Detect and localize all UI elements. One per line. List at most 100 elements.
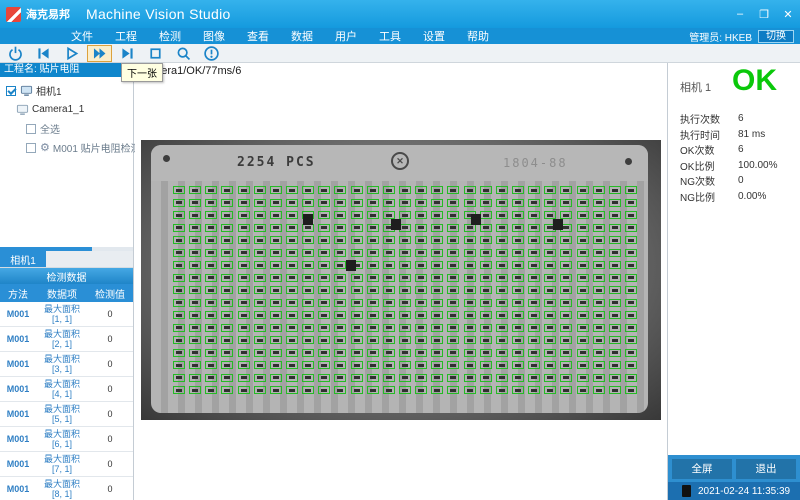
roi-box: [173, 311, 185, 319]
close-button[interactable]: ✕: [776, 0, 800, 28]
table-row[interactable]: M001最大面积[2, 1]0: [0, 327, 133, 352]
scrollbar-thumb[interactable]: [0, 247, 92, 251]
roi-box: [318, 236, 330, 244]
camera-image[interactable]: 2254 PCS ✕ 1804-88: [141, 140, 661, 420]
tree-item-camera1-1[interactable]: Camera1_1: [0, 100, 133, 119]
maximize-button[interactable]: ❐: [752, 0, 776, 28]
roi-box: [302, 361, 314, 369]
roi-box: [447, 286, 459, 294]
m001-checkbox[interactable]: [26, 143, 36, 153]
tree-item-select-all[interactable]: 全选: [0, 119, 133, 138]
last-image-button[interactable]: [115, 45, 140, 62]
menu-project[interactable]: 工程: [104, 28, 148, 44]
roi-box: [447, 311, 459, 319]
roi-box: [415, 386, 427, 394]
menu-image[interactable]: 图像: [192, 28, 236, 44]
roi-box: [609, 361, 621, 369]
roi-box: [205, 299, 217, 307]
table-row[interactable]: M001最大面积[6, 1]0: [0, 427, 133, 452]
exit-button[interactable]: 退出: [736, 459, 796, 479]
info-button[interactable]: [199, 45, 224, 62]
next-image-button[interactable]: [87, 45, 112, 62]
zoom-button[interactable]: [171, 45, 196, 62]
image-viewer[interactable]: Camera1/OK/77ms/6 2254 PCS ✕ 1804-88: [135, 63, 667, 500]
table-row[interactable]: M001最大面积[8, 1]0: [0, 477, 133, 500]
menu-file[interactable]: 文件: [60, 28, 104, 44]
roi-box: [544, 236, 556, 244]
roi-box: [560, 274, 572, 282]
roi-box: [318, 186, 330, 194]
roi-box: [431, 211, 443, 219]
menu-data[interactable]: 数据: [280, 28, 324, 44]
roi-box: [480, 186, 492, 194]
menu-help[interactable]: 帮助: [456, 28, 500, 44]
roi-box: [334, 236, 346, 244]
roi-box: [351, 361, 363, 369]
roi-box: [447, 211, 459, 219]
menu-detect[interactable]: 检测: [148, 28, 192, 44]
menu-user[interactable]: 用户: [324, 28, 368, 44]
roi-box: [205, 236, 217, 244]
menu-tools[interactable]: 工具: [368, 28, 412, 44]
stop-button[interactable]: [143, 45, 168, 62]
roi-box: [205, 199, 217, 207]
roi-box: [383, 286, 395, 294]
roi-box: [205, 361, 217, 369]
next-image-icon: [91, 45, 108, 62]
roi-box: [238, 199, 250, 207]
roi-box: [383, 249, 395, 257]
roi-box: [528, 186, 540, 194]
roi-box: [205, 374, 217, 382]
roi-box: [560, 374, 572, 382]
tab-camera1[interactable]: 相机1: [0, 251, 46, 267]
table-row[interactable]: M001最大面积[7, 1]0: [0, 452, 133, 477]
tree-item-camera1[interactable]: 相机1: [0, 81, 133, 100]
roi-box: [383, 299, 395, 307]
table-row[interactable]: M001最大面积[4, 1]0: [0, 377, 133, 402]
table-row[interactable]: M001最大面积[3, 1]0: [0, 352, 133, 377]
roi-box: [189, 286, 201, 294]
roi-box: [173, 336, 185, 344]
roi-box: [254, 286, 266, 294]
table-row[interactable]: M001最大面积[1, 1]0: [0, 302, 133, 327]
roi-box: [544, 336, 556, 344]
roi-box: [302, 236, 314, 244]
roi-box: [593, 236, 605, 244]
roi-box: [431, 386, 443, 394]
roi-box: [480, 224, 492, 232]
roi-box: [173, 224, 185, 232]
fullscreen-button[interactable]: 全屏: [672, 459, 732, 479]
power-button[interactable]: [3, 45, 28, 62]
roi-box: [270, 286, 282, 294]
roi-box: [577, 349, 589, 357]
first-image-button[interactable]: [31, 45, 56, 62]
roi-box: [383, 186, 395, 194]
run-button[interactable]: [59, 45, 84, 62]
camera1-checkbox[interactable]: [6, 86, 16, 96]
menu-view[interactable]: 查看: [236, 28, 280, 44]
horizontal-scrollbar[interactable]: [0, 247, 133, 251]
roi-box: [221, 386, 233, 394]
select-all-checkbox[interactable]: [26, 124, 36, 134]
roi-box: [609, 324, 621, 332]
dark-component: [303, 214, 313, 225]
minimize-button[interactable]: –: [728, 0, 752, 28]
roi-box: [593, 311, 605, 319]
roi-box: [351, 336, 363, 344]
roi-box: [528, 336, 540, 344]
roi-box: [593, 274, 605, 282]
roi-box: [189, 311, 201, 319]
roi-box: [415, 374, 427, 382]
roi-box: [173, 199, 185, 207]
table-row[interactable]: M001最大面积[5, 1]0: [0, 402, 133, 427]
roi-box: [528, 374, 540, 382]
tree-item-m001[interactable]: ⚙ M001 贴片电阻检测: [0, 138, 133, 157]
roi-box: [431, 261, 443, 269]
roi-box: [512, 286, 524, 294]
roi-box: [577, 261, 589, 269]
menu-settings[interactable]: 设置: [412, 28, 456, 44]
roi-box: [367, 224, 379, 232]
cell-value: 0: [88, 409, 132, 419]
roi-box: [270, 361, 282, 369]
switch-user-button[interactable]: 切换: [758, 30, 794, 43]
